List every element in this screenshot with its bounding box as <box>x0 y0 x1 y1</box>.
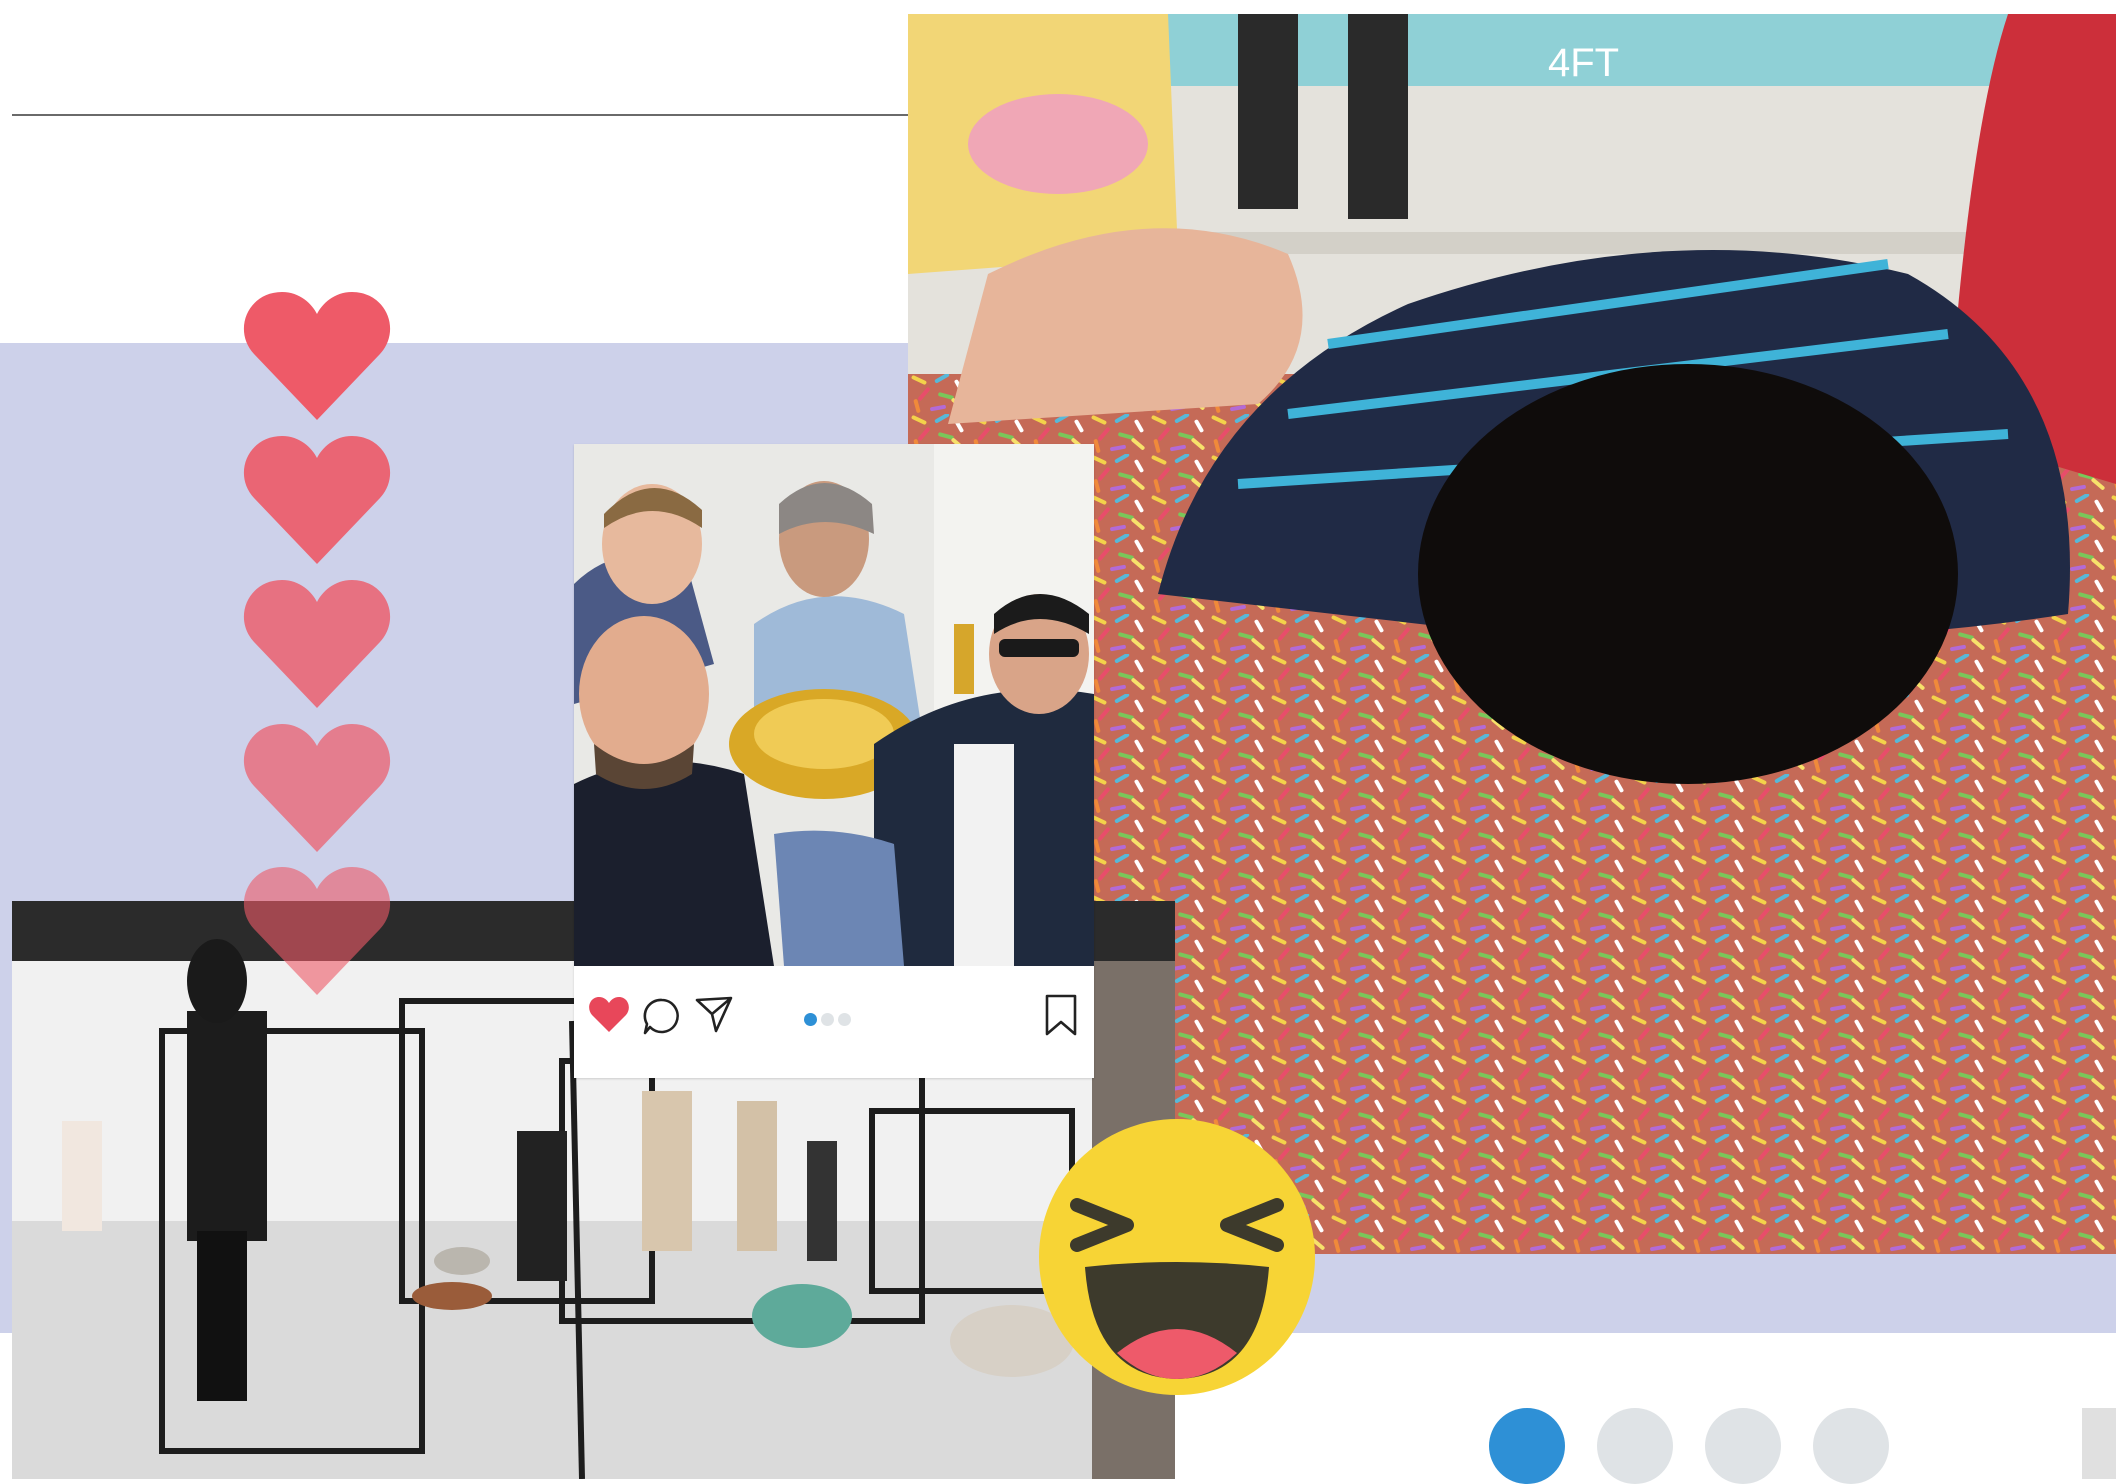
heart-icon <box>243 724 391 852</box>
comment-icon[interactable] <box>642 996 682 1036</box>
pagination-dot[interactable] <box>1705 1408 1781 1484</box>
bookmark-icon[interactable] <box>1044 994 1078 1036</box>
instagram-post-card[interactable] <box>574 444 1094 1078</box>
heart-icon <box>243 292 391 420</box>
instagram-action-bar <box>574 966 1094 1078</box>
pagination-dot[interactable] <box>1597 1408 1673 1484</box>
carousel-indicator-dot <box>821 1013 834 1026</box>
heart-icon <box>243 436 391 564</box>
heart-icon <box>243 580 391 708</box>
top-divider-line <box>12 114 908 116</box>
carousel-indicator-dot <box>804 1013 817 1026</box>
wall-sign-text: 4FT <box>1548 41 1619 85</box>
pagination-dot[interactable] <box>1489 1408 1565 1484</box>
pagination-dot[interactable] <box>1813 1408 1889 1484</box>
heart-icon[interactable] <box>588 996 630 1034</box>
laughing-emoji-icon <box>1039 1119 1315 1395</box>
next-page-edge[interactable] <box>2082 1408 2116 1479</box>
heart-icon <box>243 867 391 995</box>
instagram-photo-illustration <box>574 444 1094 966</box>
instagram-post-photo <box>574 444 1094 966</box>
share-icon[interactable] <box>694 994 734 1034</box>
carousel-indicator-dot <box>838 1013 851 1026</box>
